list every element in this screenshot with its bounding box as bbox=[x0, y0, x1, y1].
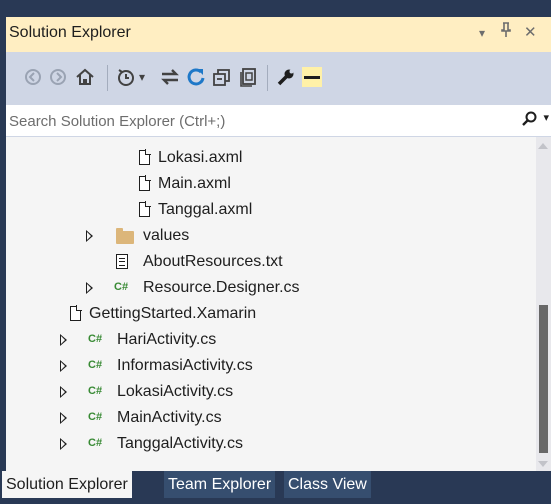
scroll-up-arrow-icon[interactable] bbox=[538, 143, 548, 149]
tree-item-label: Resource.Designer.cs bbox=[143, 279, 300, 296]
solution-tree: Lokasi.axml Main.axml Tanggal.axml value… bbox=[6, 137, 536, 471]
window-position-dropdown-icon[interactable]: ▾ bbox=[479, 26, 485, 40]
preview-selected-items-icon[interactable] bbox=[301, 63, 323, 91]
refresh-icon[interactable] bbox=[186, 63, 206, 91]
tree-item-label: LokasiActivity.cs bbox=[117, 383, 234, 400]
tree-item-label: HariActivity.cs bbox=[117, 331, 217, 348]
search-box: ▾ bbox=[6, 104, 551, 138]
tree-item-label: InformasiActivity.cs bbox=[117, 357, 253, 374]
tab-solution-explorer[interactable]: Solution Explorer bbox=[2, 471, 132, 498]
collapse-all-icon[interactable] bbox=[212, 63, 232, 91]
tree-item[interactable]: C# HariActivity.cs bbox=[6, 327, 536, 353]
expand-arrow-icon[interactable] bbox=[86, 230, 93, 242]
tab-class-view[interactable]: Class View bbox=[284, 471, 371, 498]
sync-with-active-document-icon[interactable] bbox=[160, 63, 180, 91]
folder-icon bbox=[116, 228, 134, 244]
tree-item-label: AboutResources.txt bbox=[143, 253, 283, 270]
tree-item[interactable]: C# MainActivity.cs bbox=[6, 405, 536, 431]
tree-item-label: Main.axml bbox=[158, 175, 231, 192]
tree-item[interactable]: Lokasi.axml bbox=[6, 145, 536, 171]
pin-icon[interactable] bbox=[500, 22, 512, 42]
pending-changes-icon[interactable] bbox=[116, 63, 136, 91]
tree-item[interactable]: C# TanggalActivity.cs bbox=[6, 431, 536, 457]
scroll-down-arrow-icon[interactable] bbox=[538, 461, 548, 467]
file-icon bbox=[70, 305, 82, 321]
tree-item-label: values bbox=[143, 227, 190, 244]
tree-item-folder[interactable]: values bbox=[6, 223, 536, 249]
tree-item[interactable]: AboutResources.txt bbox=[6, 249, 536, 275]
search-options-dropdown-icon[interactable]: ▾ bbox=[543, 111, 549, 124]
bottom-tab-strip: Solution Explorer Team Explorer Class Vi… bbox=[2, 471, 551, 504]
properties-wrench-icon[interactable] bbox=[276, 63, 296, 91]
vertical-scrollbar[interactable] bbox=[536, 137, 551, 471]
csharp-file-icon: C# bbox=[88, 359, 103, 371]
tree-item[interactable]: C# InformasiActivity.cs bbox=[6, 353, 536, 379]
text-file-icon bbox=[116, 254, 128, 269]
toolbar: ▾ bbox=[6, 52, 551, 104]
pending-changes-dropdown-icon[interactable]: ▾ bbox=[139, 63, 145, 91]
file-icon bbox=[139, 201, 151, 217]
tree-item[interactable]: C# LokasiActivity.cs bbox=[6, 379, 536, 405]
expand-arrow-icon[interactable] bbox=[86, 282, 93, 294]
csharp-file-icon: C# bbox=[88, 385, 103, 397]
title-bar: Solution Explorer ▾ ✕ bbox=[6, 17, 551, 52]
forward-icon[interactable] bbox=[49, 63, 67, 91]
close-icon[interactable]: ✕ bbox=[524, 23, 537, 41]
tree-item-label: MainActivity.cs bbox=[117, 409, 222, 426]
file-icon bbox=[139, 149, 151, 165]
expand-arrow-icon[interactable] bbox=[60, 386, 67, 398]
tree-item[interactable]: Tanggal.axml bbox=[6, 197, 536, 223]
back-icon[interactable] bbox=[24, 63, 42, 91]
toolbar-separator bbox=[267, 65, 268, 91]
solution-explorer-panel: Solution Explorer ▾ ✕ ▾ Search Solution … bbox=[2, 17, 551, 504]
search-icon[interactable] bbox=[521, 111, 537, 132]
csharp-file-icon: C# bbox=[114, 281, 129, 293]
tree-item[interactable]: C# Resource.Designer.cs bbox=[6, 275, 536, 301]
home-icon[interactable] bbox=[75, 63, 95, 91]
show-all-files-icon[interactable] bbox=[239, 63, 259, 91]
tree-item-label: Lokasi.axml bbox=[158, 149, 243, 166]
tree-item-label: Tanggal.axml bbox=[158, 201, 253, 218]
csharp-file-icon: C# bbox=[88, 411, 103, 423]
tree-item[interactable]: Main.axml bbox=[6, 171, 536, 197]
expand-arrow-icon[interactable] bbox=[60, 412, 67, 424]
file-icon bbox=[139, 175, 151, 191]
expand-arrow-icon[interactable] bbox=[60, 438, 67, 450]
panel-title: Solution Explorer bbox=[9, 24, 131, 41]
tree-item-label: GettingStarted.Xamarin bbox=[89, 305, 257, 322]
tree-item-label: TanggalActivity.cs bbox=[117, 435, 243, 452]
csharp-file-icon: C# bbox=[88, 437, 103, 449]
expand-arrow-icon[interactable] bbox=[60, 334, 67, 346]
toolbar-separator bbox=[107, 65, 108, 91]
expand-arrow-icon[interactable] bbox=[60, 360, 67, 372]
tree-item[interactable]: GettingStarted.Xamarin bbox=[6, 301, 536, 327]
scrollbar-thumb[interactable] bbox=[539, 305, 548, 453]
search-input[interactable] bbox=[6, 105, 516, 138]
tab-team-explorer[interactable]: Team Explorer bbox=[164, 471, 276, 498]
csharp-file-icon: C# bbox=[88, 333, 103, 345]
